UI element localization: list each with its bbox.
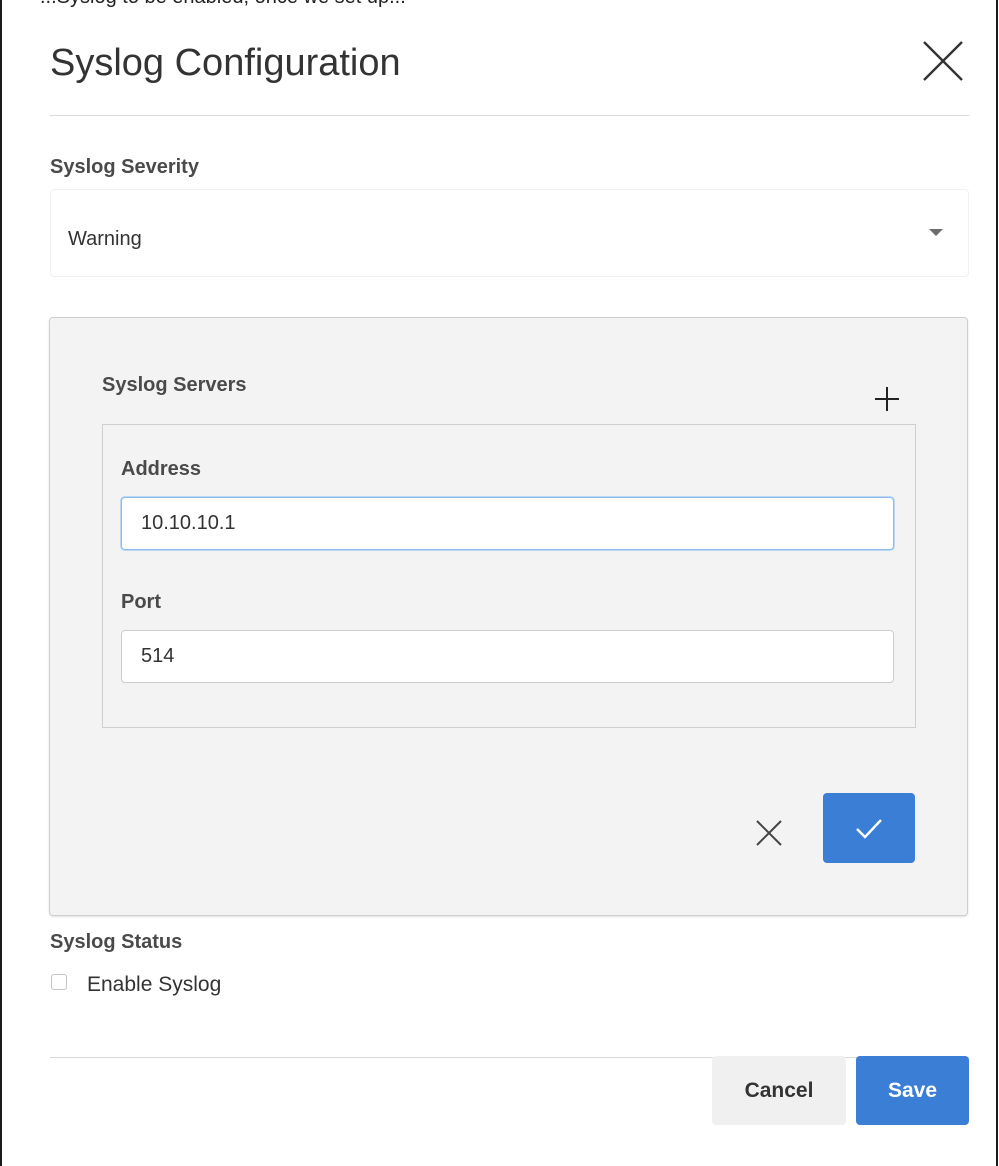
port-label: Port <box>121 591 161 613</box>
close-button[interactable] <box>918 36 968 86</box>
cancel-button[interactable]: Cancel <box>712 1056 846 1125</box>
enable-syslog-checkbox[interactable] <box>51 974 67 990</box>
severity-label: Syslog Severity <box>50 156 199 178</box>
severity-selected-value: Warning <box>68 228 142 250</box>
window-border-left <box>0 0 2 1166</box>
close-icon <box>923 41 963 81</box>
enable-syslog-label[interactable]: Enable Syslog <box>87 973 221 997</box>
window-border-right <box>996 0 998 1166</box>
modal-title: Syslog Configuration <box>50 42 401 84</box>
confirm-server-button[interactable] <box>823 793 915 863</box>
discard-server-button[interactable] <box>752 816 786 850</box>
port-input[interactable] <box>121 630 894 683</box>
caret-down-icon <box>929 229 943 236</box>
plus-icon <box>875 387 899 411</box>
save-button[interactable]: Save <box>856 1056 969 1125</box>
severity-select[interactable]: Warning <box>50 189 969 277</box>
check-icon <box>856 819 882 839</box>
header-divider <box>50 115 969 116</box>
servers-label: Syslog Servers <box>102 374 247 396</box>
status-label: Syslog Status <box>50 931 183 953</box>
background-text: ...Syslog to be enabled, once we set up.… <box>40 0 406 9</box>
address-input[interactable] <box>121 497 894 550</box>
close-icon <box>756 820 782 846</box>
address-label: Address <box>121 458 202 480</box>
add-server-button[interactable] <box>872 384 902 414</box>
